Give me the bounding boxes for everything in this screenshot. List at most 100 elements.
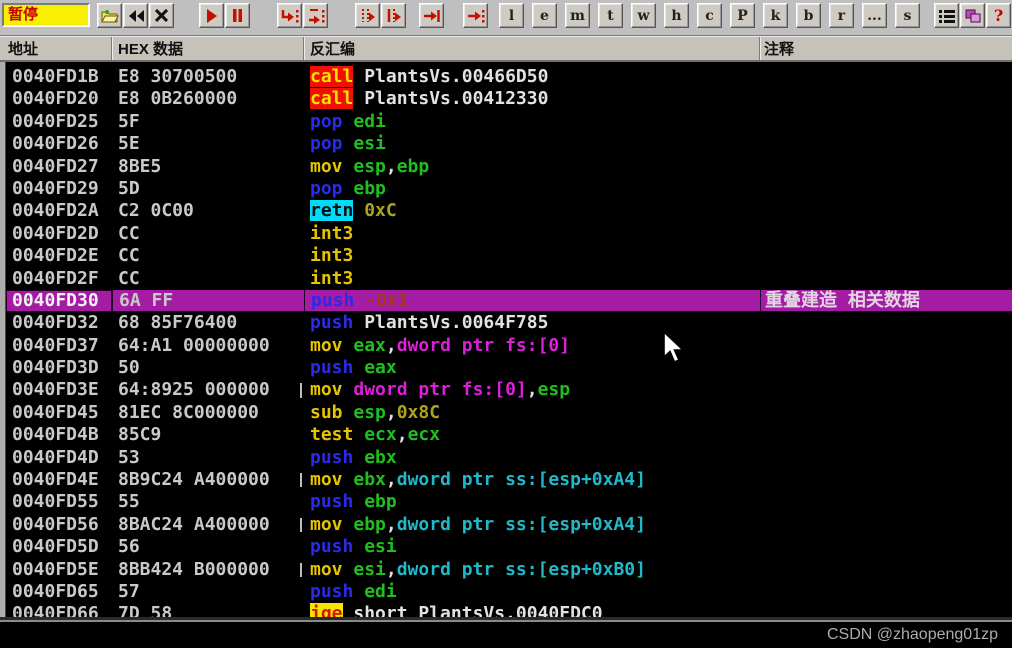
panel-button-source[interactable]: s [895,3,920,28]
help-button[interactable]: ? [986,3,1011,28]
disasm-row[interactable]: 0040FD65 57 push edi [6,581,1012,603]
disasm-row[interactable]: 0040FD2F CC int3 [6,268,1012,290]
disasm-cell: push esi [304,536,760,558]
disasm-token: push [310,312,354,334]
panel-button-handles[interactable]: h [664,3,689,28]
open-file-button[interactable] [97,3,122,28]
disasm-row[interactable]: 0040FD56 8BAC24 A400000 mov ebp,dword ptr … [6,514,1012,536]
hex-bytes-cell: 8BB424 B000000 [112,559,304,581]
animate-into-icon [359,8,377,24]
panel-button-threads[interactable]: t [598,3,623,28]
disasm-token: PlantsVs.00412330 [364,88,549,110]
disasm-token: esp [353,155,386,177]
disasm-token: ebx [364,446,397,468]
letter-label: l [508,7,515,24]
disasm-token: push [310,446,354,468]
letter-label: w [637,7,650,24]
execute-till-return-button[interactable] [463,3,488,28]
disasm-row[interactable]: 0040FD25 5F pop edi [6,111,1012,133]
disasm-cell: push eax [304,357,760,379]
panel-button-patches[interactable]: P [730,3,755,28]
disasm-row[interactable]: 0040FD4E 8B9C24 A400000 mov ebx,dword ptr … [6,469,1012,491]
panel-button-references[interactable]: r [829,3,854,28]
disasm-token: sub [310,401,343,423]
status-pause-field: 暂停 [2,3,90,27]
disasm-row[interactable]: 0040FD32 68 85F76400 push PlantsVs.0064F78… [6,312,1012,334]
panel-button-executables[interactable]: e [532,3,557,28]
step-over-button[interactable] [303,3,328,28]
disasm-token: mov [310,155,343,177]
disasm-token: edi [364,580,397,602]
column-header-comment[interactable]: 注释 [760,37,1012,60]
close-process-button[interactable] [149,3,174,28]
disasm-row[interactable]: 0040FD20 E8 0B260000 call PlantsVs.0041233… [6,88,1012,110]
disasm-row[interactable]: 0040FD26 5E pop esi [6,133,1012,155]
animate-over-button[interactable] [381,3,406,28]
disasm-row[interactable]: 0040FD55 55 push ebp [6,491,1012,513]
hex-bytes-cell: 6A FF [112,289,304,313]
disasm-cell: int3 [304,268,760,290]
disasm-token: ebp [364,491,397,513]
comment-cell [760,156,1012,178]
animate-into-button[interactable] [355,3,380,28]
disasm-row[interactable]: 0040FD37 64:A1 00000000 mov eax,dword ptr … [6,335,1012,357]
mouse-cursor [663,330,687,369]
disasm-token: dword ptr fs:[0] [353,379,527,401]
disasm-row[interactable]: 0040FD29 5D pop ebp [6,178,1012,200]
letter-label: m [570,7,585,24]
disasm-token: mov [310,334,343,356]
disasm-token: call [310,88,354,110]
comment-cell [760,469,1012,491]
panel-button-log[interactable]: l [499,3,524,28]
disasm-token: 0x8C [396,401,441,423]
disasm-token: edi [353,110,386,132]
disasm-row[interactable]: 0040FD2D CC int3 [6,223,1012,245]
disasm-row[interactable]: 0040FD27 8BE5 mov esp,ebp [6,156,1012,178]
panel-button-cpu[interactable]: c [697,3,722,28]
hex-bytes-cell: 50 [118,357,140,379]
pause-icon [232,9,243,22]
column-header-hex[interactable]: HEX 数据 [112,37,304,60]
panel-button-breakpoints[interactable]: b [796,3,821,28]
panel-button-windows[interactable]: w [631,3,656,28]
disasm-cell: pop esi [304,133,760,155]
disasm-row[interactable]: 0040FD2A C2 0C00 retn 0xC [6,200,1012,222]
appearance-button[interactable] [960,3,985,28]
disasm-row[interactable]: 0040FD3D 50 push eax [6,357,1012,379]
disasm-row[interactable]: 0040FD4D 53 push ebx [6,447,1012,469]
disasm-row[interactable]: 0040FD1B E8 30700500 call PlantsVs.00466D5… [6,66,1012,88]
disasm-token: eax [353,334,386,356]
panel-button-callstack[interactable]: k [763,3,788,28]
disasm-token [343,379,354,400]
comment-cell [760,447,1012,469]
step-into-button[interactable] [277,3,302,28]
hex-bytes-cell: C2 0C00 [118,200,194,222]
column-header-address[interactable]: 地址 [0,37,112,60]
comment-cell [760,223,1012,245]
disasm-token [343,335,354,356]
panel-button-run-trace[interactable]: ... [862,3,887,28]
column-header-disasm[interactable]: 反汇编 [304,37,760,60]
disasm-row[interactable]: 0040FD2E CC int3 [6,245,1012,267]
pause-button[interactable] [225,3,250,28]
disasm-row[interactable]: 0040FD3E 64:8925 000000 mov dword ptr fs:[… [6,379,1012,401]
disasm-row[interactable]: 0040FD5E 8BB424 B000000 mov esi,dword ptr … [6,559,1012,581]
run-button[interactable] [199,3,224,28]
disasm-cell: pop edi [304,111,760,133]
restart-button[interactable] [123,3,148,28]
disasm-row[interactable]: 0040FD4B 85C9 test ecx,ecx [6,424,1012,446]
disasm-row[interactable]: 0040FD45 81EC 8C000000 sub esp,0x8C [6,402,1012,424]
disasm-row[interactable]: 0040FD5D 56 push esi [6,536,1012,558]
comment-cell [760,200,1012,222]
comment-cell [760,491,1012,513]
step-into-icon [281,8,299,24]
address-cell: 0040FD37 [12,334,99,356]
windows-list-button[interactable] [934,3,959,28]
panel-button-memory[interactable]: m [565,3,590,28]
disasm-row[interactable]: 0040FD30 6A FF push -0x1 重叠建造 相关数据 [6,289,1012,313]
disasm-token: esi [364,536,397,558]
trace-button[interactable] [419,3,444,28]
disasm-token: dword ptr ss:[esp+0xA4] [396,513,646,535]
disasm-token: , [385,558,397,580]
hex-bytes-cell: 8BAC24 A400000 [112,514,304,536]
